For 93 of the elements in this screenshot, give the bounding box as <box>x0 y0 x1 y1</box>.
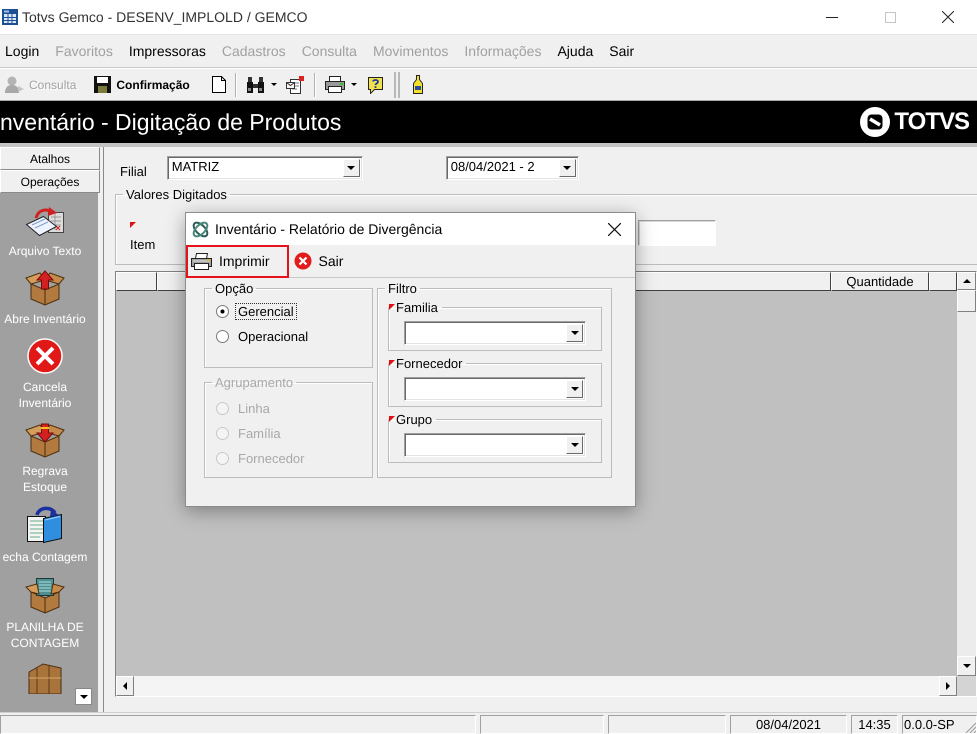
radio-label[interactable]: Operacional <box>235 328 312 345</box>
printer-icon <box>191 252 212 270</box>
books-icon[interactable] <box>25 506 65 544</box>
caret-icon <box>570 387 578 391</box>
page-title: nventário - Digitação de Produtos <box>0 108 342 136</box>
dropdown-button[interactable] <box>566 324 583 342</box>
status-date: 08/04/2021 <box>730 715 847 734</box>
caret-icon <box>570 331 578 335</box>
menu-item[interactable]: Impressoras <box>120 43 214 59</box>
scroll-right-button[interactable] <box>939 676 957 696</box>
binoculars-icon[interactable] <box>246 76 265 92</box>
field-label: Grupo <box>396 412 432 427</box>
menu-item[interactable]: Login <box>0 43 48 59</box>
person-icon <box>4 76 24 94</box>
radio-label[interactable]: Gerencial <box>235 303 297 320</box>
right-caret-icon <box>946 682 950 690</box>
scrollbar-thumb[interactable] <box>957 290 976 312</box>
scrollbar-corner <box>957 676 976 696</box>
header-cell[interactable]: Quantidade <box>831 272 929 291</box>
sidebar-tab[interactable]: Operações <box>0 170 100 193</box>
sidebar-tab[interactable]: Atalhos <box>0 147 100 170</box>
dropdown-field[interactable] <box>404 433 586 457</box>
dropdown-button[interactable] <box>566 436 583 454</box>
dropdown-field[interactable] <box>404 377 586 401</box>
box-machine-icon[interactable] <box>25 576 65 614</box>
caret-icon <box>962 664 970 668</box>
field-label: Filial <box>120 164 147 179</box>
dropdown-field[interactable]: MATRIZ <box>166 156 363 180</box>
caret-icon <box>570 443 578 447</box>
field-label: Familia <box>396 300 438 315</box>
shortcut-label: echa Contagem <box>2 549 88 565</box>
logo-icon <box>860 107 890 137</box>
cancel-icon[interactable] <box>27 338 63 374</box>
close-circle-icon <box>294 252 312 270</box>
input-field[interactable] <box>638 220 716 246</box>
shortcut-label: Abre Inventário <box>4 311 86 327</box>
caret-icon <box>347 166 356 170</box>
window-title: Totvs Gemco - DESENV_IMPLOLD / GEMCO <box>22 9 308 25</box>
app-icon <box>2 9 18 25</box>
resize-grip-icon[interactable] <box>965 722 976 733</box>
toolbar-button[interactable]: Sair <box>288 244 358 278</box>
shortcut-label: PLANILHA DE CONTAGEM <box>5 619 85 651</box>
status-time: 14:35 <box>851 715 898 734</box>
caret-icon <box>563 166 572 170</box>
shortcut-label: Arquivo Texto <box>8 243 82 259</box>
box-arrow-icon[interactable] <box>25 422 65 458</box>
vertical-scrollbar[interactable] <box>957 272 976 676</box>
radio-button[interactable] <box>216 305 229 318</box>
dropdown-field[interactable]: 08/04/2021 - 2 <box>446 156 579 180</box>
printer-icon[interactable] <box>324 76 345 93</box>
dialog-title: Inventário - Relatório de Divergência <box>215 221 442 237</box>
mail-document-icon[interactable] <box>286 75 305 94</box>
dropdown-field[interactable] <box>404 321 586 345</box>
dropdown-button[interactable] <box>566 380 583 398</box>
radio-button[interactable] <box>216 330 229 343</box>
header-cell[interactable] <box>929 272 957 291</box>
document-icon[interactable] <box>212 76 226 93</box>
help-icon[interactable] <box>366 75 385 94</box>
bottle-icon[interactable] <box>412 75 423 94</box>
header-cell[interactable] <box>116 272 157 291</box>
group-title: Filtro <box>387 281 418 296</box>
scroll-up-button[interactable] <box>957 272 976 290</box>
ring-icon <box>191 220 210 238</box>
caret-icon <box>80 694 88 698</box>
group-title: Agrupamento <box>214 375 294 390</box>
field-label: Fornecedor <box>396 356 462 371</box>
logo-text: TOTVS <box>894 108 969 136</box>
file-transfer-icon[interactable] <box>25 206 65 238</box>
box-arrow-icon[interactable] <box>25 270 65 306</box>
dropdown-button[interactable] <box>342 159 360 177</box>
left-caret-icon <box>123 682 127 690</box>
caret-icon <box>270 83 277 86</box>
toolbar-grip <box>394 72 400 98</box>
menu-item[interactable]: Ajuda <box>549 43 602 59</box>
close-icon[interactable] <box>942 11 954 23</box>
menu-item[interactable]: Sair <box>601 43 642 59</box>
dropdown-button[interactable] <box>558 159 576 177</box>
minimize-icon[interactable] <box>826 16 838 18</box>
shortcut-label: Cancela Inventário <box>18 379 72 411</box>
scroll-down-button[interactable] <box>75 688 92 705</box>
up-caret-icon <box>962 279 970 283</box>
status-version: 0.0.0-SP <box>902 715 977 734</box>
scroll-left-button[interactable] <box>116 676 134 696</box>
save-icon <box>94 76 112 93</box>
shortcut-label: Regrava Estoque <box>21 463 69 495</box>
field-label: Item <box>130 237 156 252</box>
group-title: Valores Digitados <box>125 187 228 202</box>
group-title: Opção <box>214 281 254 296</box>
toolbar-button[interactable]: Imprimir <box>186 244 289 278</box>
horizontal-scrollbar[interactable] <box>116 676 957 696</box>
caret-icon <box>350 83 357 86</box>
close-icon[interactable] <box>608 222 621 236</box>
toolbar-button[interactable]: Confirmação <box>92 72 194 98</box>
